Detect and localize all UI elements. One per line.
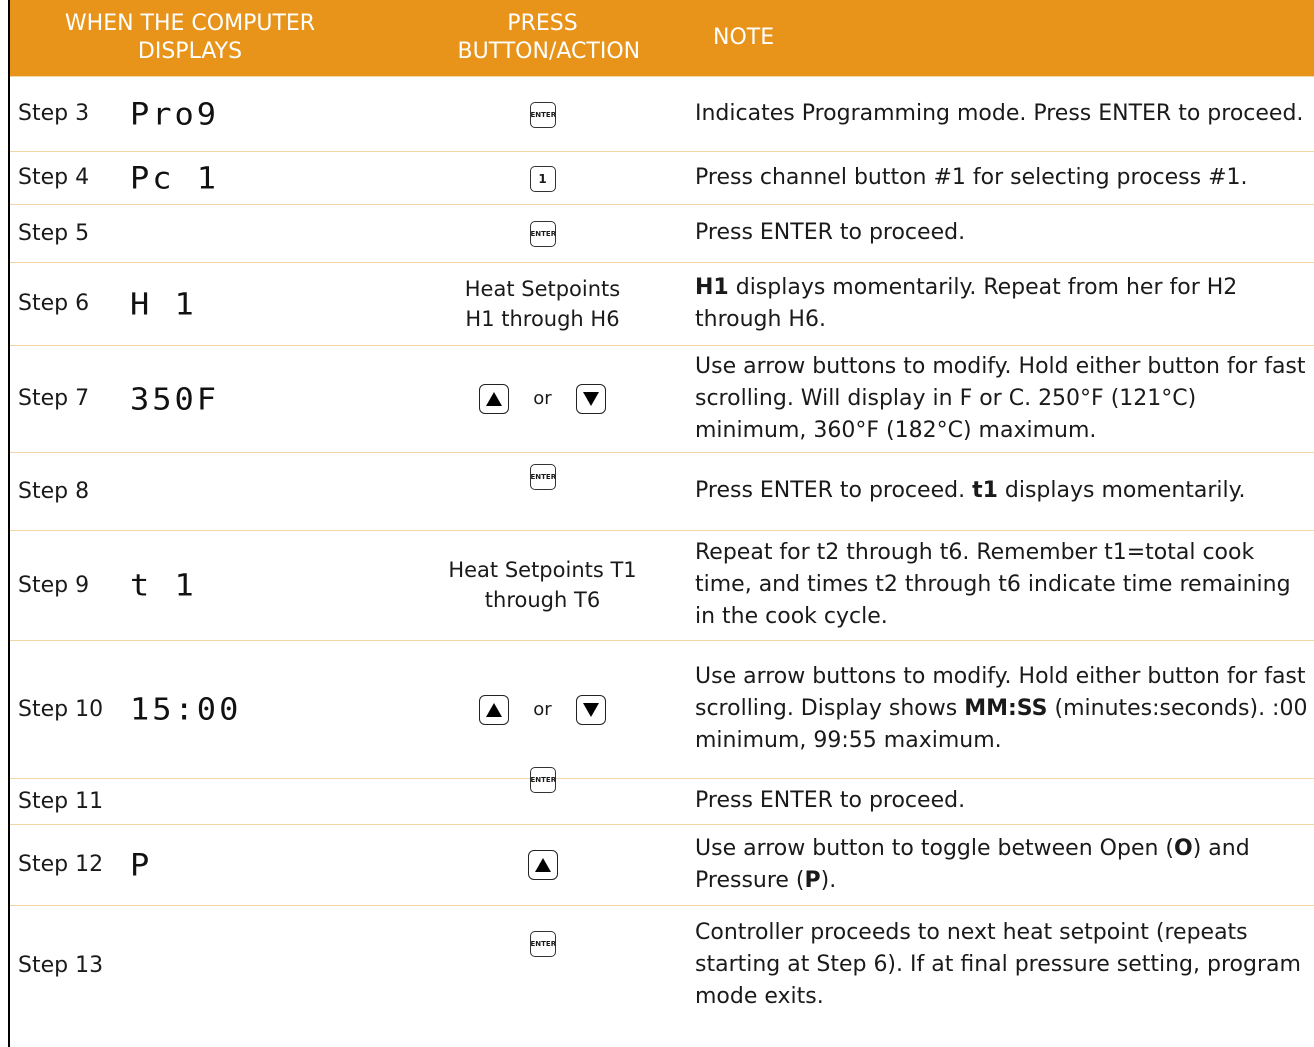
action-text: Heat Setpoints T1 through T6 xyxy=(448,558,637,612)
table-row: Step 5 ENTER Press ENTER to proceed. xyxy=(10,203,1314,262)
enter-key-icon: ENTER xyxy=(529,930,556,957)
note: Controller proceeds to next heat setpoin… xyxy=(695,904,1314,1025)
lcd-display: H 1 xyxy=(130,285,197,322)
enter-key-icon: ENTER xyxy=(529,221,556,247)
header-computer-displays: WHEN THE COMPUTER DISPLAYS xyxy=(10,0,390,76)
step-label: Step 6 xyxy=(18,291,90,316)
programming-steps-table: WHEN THE COMPUTER DISPLAYS PRESS BUTTON/… xyxy=(10,0,1314,1025)
step-label: Step 8 xyxy=(18,478,90,504)
lcd-display: Pc 1 xyxy=(130,159,220,196)
note: Indicates Programming mode. Press ENTER … xyxy=(695,75,1314,151)
table-row: Step 6 H 1 Heat Setpoints H1 through H6 H… xyxy=(10,261,1314,345)
step-label: Step 7 xyxy=(18,386,90,411)
note: Press ENTER to proceed. xyxy=(695,203,1314,262)
up-arrow-key-icon xyxy=(479,384,510,414)
note: H1 displays momentarily. Repeat from her… xyxy=(695,261,1314,345)
lcd-display: 15:00 xyxy=(130,690,242,728)
header-note: NOTE xyxy=(695,0,1314,76)
enter-key-icon: ENTER xyxy=(529,101,556,128)
step-label: Step 4 xyxy=(18,165,90,190)
lcd-display: t 1 xyxy=(130,566,197,604)
channel-1-key-icon: 1 xyxy=(529,165,556,192)
step-label: Step 12 xyxy=(18,852,104,877)
table-row: Step 11 ENTER Press ENTER to proceed. xyxy=(10,767,1314,824)
table-row: Step 8 ENTER Press ENTER to proceed. t1 … xyxy=(10,451,1314,530)
header-press-button-action: PRESS BUTTON/ACTION xyxy=(390,0,695,76)
note: Press ENTER to proceed. xyxy=(695,777,1314,824)
step-label: Step 9 xyxy=(18,572,90,598)
table-row: Step 7 350F or Use arrow buttons to modif… xyxy=(10,344,1314,452)
note: Repeat for t2 through t6. Remember t1=to… xyxy=(695,529,1314,640)
note: Use arrow button to toggle between Open … xyxy=(695,823,1314,905)
note: Press ENTER to proceed. t1 displays mome… xyxy=(695,451,1314,530)
table-header: WHEN THE COMPUTER DISPLAYS PRESS BUTTON/… xyxy=(10,0,1314,76)
table-row: Step 10 15:00 or Use arrow buttons to mod… xyxy=(10,639,1314,778)
table-row: Step 12 P Use arrow button to toggle betw… xyxy=(10,823,1314,905)
enter-key-icon: ENTER xyxy=(529,463,556,490)
note: Use arrow buttons to modify. Hold either… xyxy=(695,639,1314,778)
action-text: Heat Setpoints H1 through H6 xyxy=(464,276,621,331)
up-arrow-key-icon xyxy=(479,694,510,725)
lcd-display: 350F xyxy=(130,380,220,417)
table-row: Step 9 t 1 Heat Setpoints T1 through T6 R… xyxy=(10,529,1314,640)
enter-key-icon: ENTER xyxy=(529,767,556,793)
lcd-display: P xyxy=(130,846,153,883)
step-label: Step 13 xyxy=(18,952,104,978)
note: Use arrow buttons to modify. Hold either… xyxy=(695,344,1314,452)
step-label: Step 10 xyxy=(18,696,104,722)
up-arrow-key-icon xyxy=(527,850,558,880)
down-arrow-key-icon xyxy=(575,694,606,725)
step-label: Step 3 xyxy=(18,101,90,126)
lcd-display: Pro9 xyxy=(130,95,220,132)
table-row: Step 4 Pc 1 1 Press channel button #1 for… xyxy=(10,150,1314,204)
table-row: Step 13 ENTER Controller proceeds to nex… xyxy=(10,904,1314,1025)
down-arrow-key-icon xyxy=(575,384,606,414)
step-label: Step 5 xyxy=(18,220,90,246)
step-label: Step 11 xyxy=(18,788,104,814)
table-row: Step 3 Pro9 ENTER Indicates Programming m… xyxy=(10,75,1314,151)
note: Press channel button #1 for selecting pr… xyxy=(695,150,1314,204)
